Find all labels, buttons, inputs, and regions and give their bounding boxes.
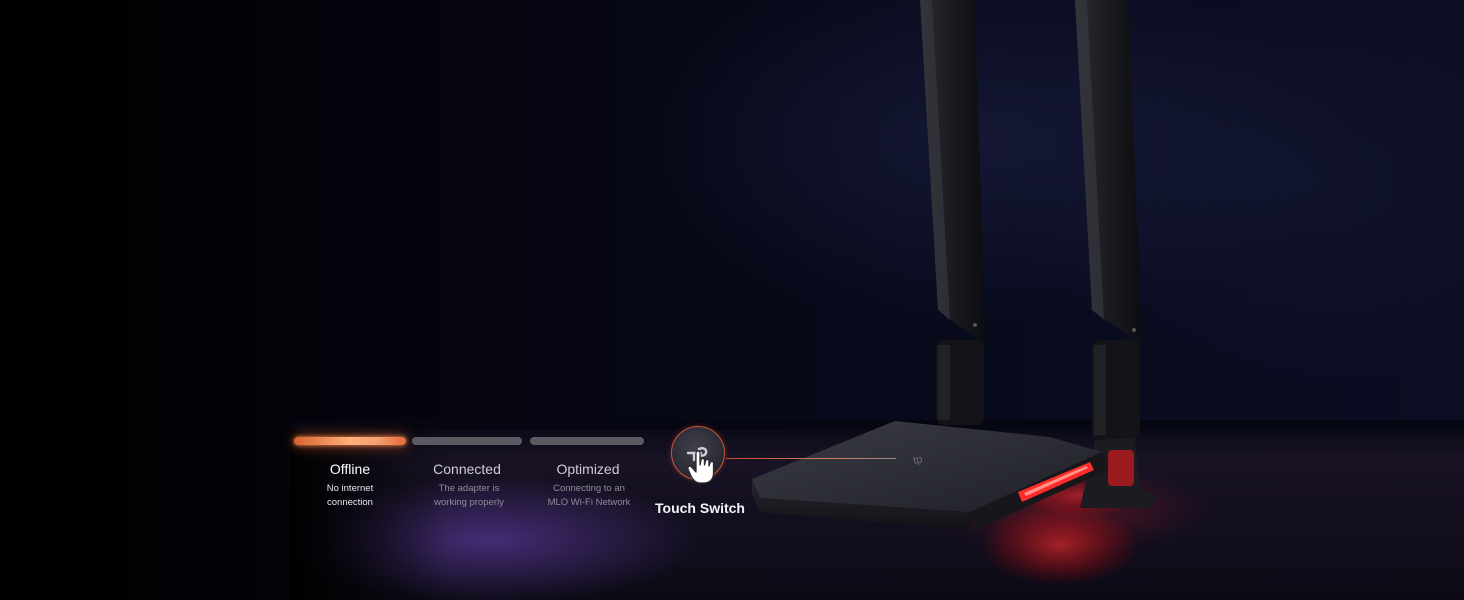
left-antenna [920, 0, 985, 425]
status-bar-offline [294, 437, 406, 445]
status-bar-optimized [530, 437, 644, 445]
status-description-line: connection [327, 497, 373, 508]
status-description-line: working properly [434, 497, 504, 508]
status-description-line: Connecting to an [553, 483, 625, 494]
status-title-connected: Connected [433, 461, 501, 477]
status-description-optimized: Connecting to an MLO Wi-Fi Network [530, 482, 648, 510]
status-description-offline: No internet connection [290, 482, 410, 510]
status-bar-connected [412, 437, 522, 445]
status-description-connected: The adapter is working properly [409, 482, 529, 510]
status-title-optimized: Optimized [556, 461, 620, 477]
status-description-line: MLO Wi-Fi Network [547, 497, 631, 508]
status-description-line: The adapter is [438, 483, 500, 494]
right-antenna [1075, 0, 1142, 440]
touch-switch-button[interactable] [671, 426, 725, 484]
status-description-line: No internet [326, 483, 374, 494]
callout-line [726, 458, 896, 459]
touch-switch-label: Touch Switch [655, 500, 745, 516]
hand-pointer-icon [687, 450, 715, 484]
hero-scene: tp Offline No internet connection Connec… [0, 0, 1464, 600]
status-title-offline: Offline [329, 461, 371, 477]
